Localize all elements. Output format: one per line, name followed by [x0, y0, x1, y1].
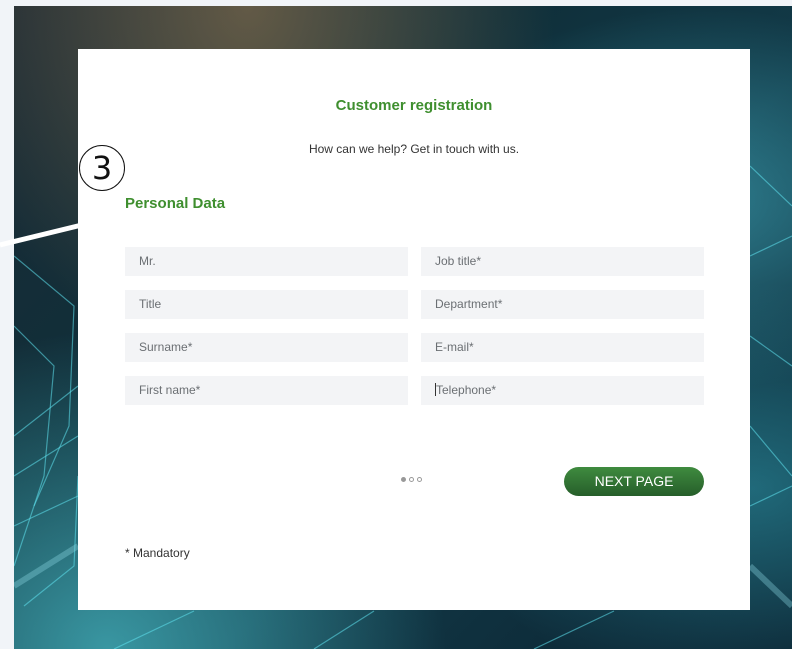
form-title: Customer registration	[335, 97, 493, 114]
first-name-field[interactable]: First name*	[125, 376, 408, 405]
mandatory-note: * Mandatory	[125, 546, 190, 560]
next-page-button[interactable]: NEXT PAGE	[564, 467, 704, 496]
page-dot-2[interactable]	[409, 477, 414, 482]
form-subtitle: How can we help? Get in touch with us.	[308, 142, 520, 156]
department-field[interactable]: Department*	[421, 290, 704, 319]
email-field[interactable]: E-mail*	[421, 333, 704, 362]
pagination-dots	[401, 477, 422, 482]
step-marker-badge: 3	[79, 145, 125, 191]
section-title-personal-data: Personal Data	[125, 195, 226, 212]
title-field[interactable]: Title	[125, 290, 408, 319]
telephone-field[interactable]: Telephone*	[421, 376, 704, 405]
page-dot-3[interactable]	[417, 477, 422, 482]
telephone-placeholder: Telephone*	[436, 383, 497, 397]
registration-form-card: Customer registration How can we help? G…	[78, 49, 750, 610]
page-dot-1[interactable]	[401, 477, 406, 482]
job-title-field[interactable]: Job title*	[421, 247, 704, 276]
salutation-field[interactable]: Mr.	[125, 247, 408, 276]
surname-field[interactable]: Surname*	[125, 333, 408, 362]
